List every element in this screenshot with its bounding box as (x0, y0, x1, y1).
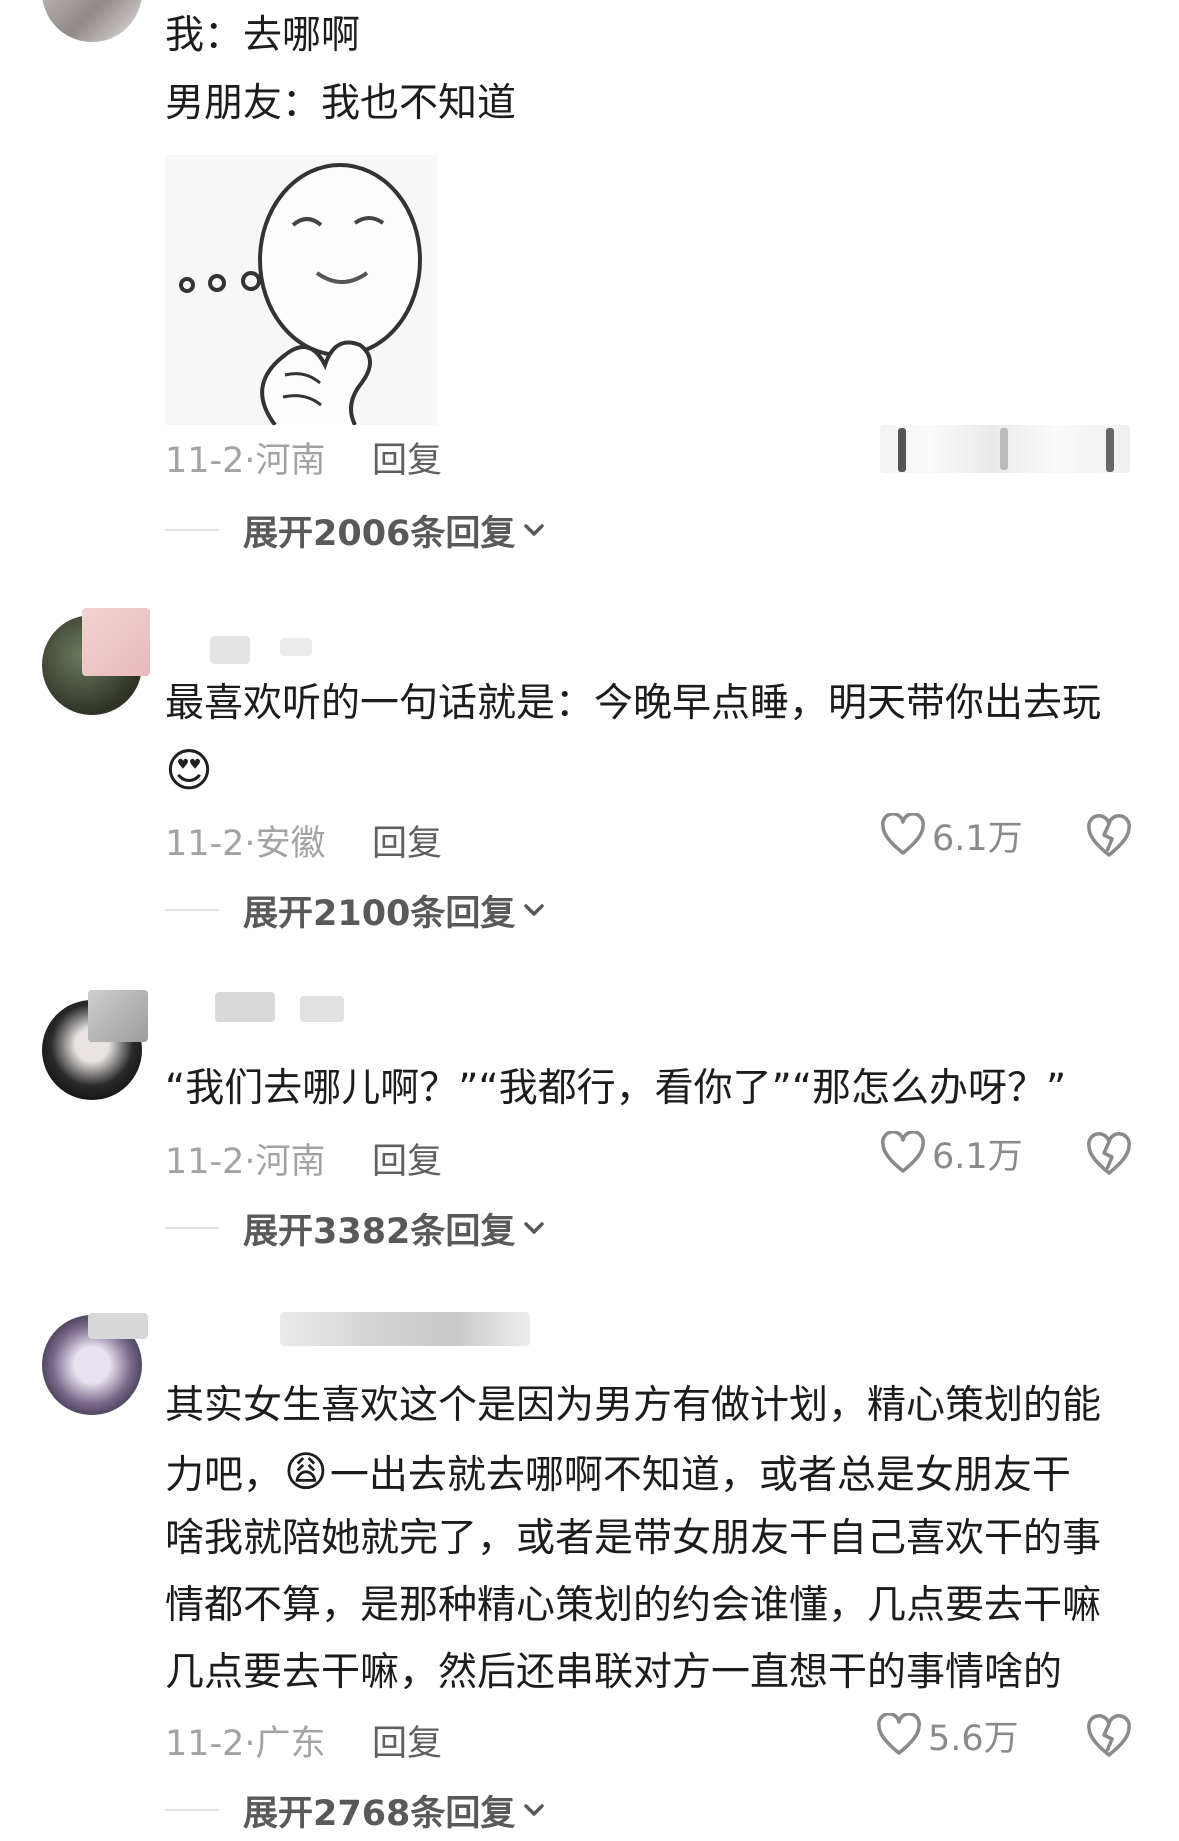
expand-replies-button[interactable]: 展开2768条回复 (165, 1790, 547, 1834)
blurred-username (215, 992, 275, 1022)
comment-text-line: 最喜欢听的一句话就是：今晚早点睡，明天带你出去玩 (165, 681, 1102, 726)
thinking-meme-sticker[interactable] (165, 155, 437, 427)
blurred-mark (1106, 428, 1114, 472)
divider (165, 1227, 219, 1229)
blurred-avatar-patch (88, 990, 148, 1042)
comment-text-line: “我们去哪儿啊？”“我都行，看你了”“那怎么办呀？” (165, 1066, 1067, 1111)
comment-text-line: 一出去就去哪啊不知道，或者总是女朋友干 (329, 1452, 1071, 1498)
like-count: 5.6万 (928, 1718, 1019, 1759)
expand-replies-label: 展开2768条回复 (243, 1793, 516, 1834)
expand-replies-button[interactable]: 展开2100条回复 (165, 890, 547, 934)
broken-heart-icon[interactable] (1085, 1713, 1133, 1761)
heart-outline-icon (881, 1131, 925, 1173)
chevron-down-icon (524, 524, 545, 536)
blurred-username (280, 638, 312, 656)
chevron-down-icon (524, 1804, 545, 1816)
blurred-avatar-patch (88, 1313, 148, 1339)
comment-text-line: 其实女生喜欢这个是因为男方有做计划，精心策划的能 (165, 1383, 1102, 1428)
divider (165, 1809, 219, 1811)
expand-replies-label: 展开3382条回复 (243, 1211, 516, 1252)
thinking-face-icon (179, 163, 422, 427)
blurred-avatar-patch (82, 608, 150, 676)
reply-button[interactable]: 回复 (372, 432, 442, 483)
reply-button[interactable]: 回复 (372, 1133, 442, 1184)
like-button[interactable]: 5.6万 (876, 1710, 1019, 1760)
comment-text-line: 啥我就陪她就完了，或者是带女朋友干自己喜欢干的事 (165, 1516, 1102, 1561)
expand-replies-label: 展开2100条回复 (243, 893, 516, 934)
blurred-username (300, 996, 344, 1022)
broken-heart-icon[interactable] (1085, 813, 1133, 861)
comment-date-location: 11-2·广东 (165, 1724, 326, 1764)
blurred-username (210, 636, 250, 664)
avatar[interactable] (42, 0, 142, 42)
like-count: 6.1万 (932, 1136, 1023, 1177)
emoji: 😍 (165, 743, 213, 797)
comment-date-location: 11-2·河南 (165, 1142, 326, 1182)
expand-replies-label: 展开2006条回复 (243, 513, 516, 554)
reply-button[interactable]: 回复 (372, 815, 442, 866)
blurred-username (280, 1312, 530, 1346)
divider (165, 529, 219, 531)
comment-text-line: 情都不算，是那种精心策划的约会谁懂，几点要去干嘛 (165, 1583, 1102, 1628)
heart-outline-icon (877, 1713, 921, 1755)
like-button[interactable]: 6.1万 (880, 1128, 1023, 1178)
comment-text-line: 几点要去干嘛，然后还串联对方一直想干的事情啥的 (165, 1650, 1063, 1695)
expand-replies-button[interactable]: 展开3382条回复 (165, 1208, 547, 1252)
chevron-down-icon (524, 904, 545, 916)
blurred-mark (1000, 428, 1008, 470)
heart-outline-icon (881, 813, 925, 855)
reply-button[interactable]: 回复 (372, 1715, 442, 1766)
emoji: 😩 (284, 1447, 328, 1496)
divider (165, 909, 219, 911)
chevron-down-icon (524, 1222, 545, 1234)
blurred-mark (898, 428, 906, 472)
comment-date-location: 11-2·河南 (165, 441, 326, 481)
like-count: 6.1万 (932, 818, 1023, 859)
comment-text-line: 我：去哪啊 (165, 13, 361, 58)
comment-text-line-wrapper: 力吧， 😩 一出去就去哪啊不知道，或者总是女朋友干 (165, 1438, 1071, 1505)
comment-date-location: 11-2·安徽 (165, 824, 326, 864)
broken-heart-icon[interactable] (1085, 1131, 1133, 1179)
like-button[interactable]: 6.1万 (880, 810, 1023, 860)
expand-replies-button[interactable]: 展开2006条回复 (165, 510, 547, 554)
comment-text-line: 男朋友：我也不知道 (165, 81, 517, 126)
comment-text-prefix: 力吧， (165, 1452, 283, 1498)
